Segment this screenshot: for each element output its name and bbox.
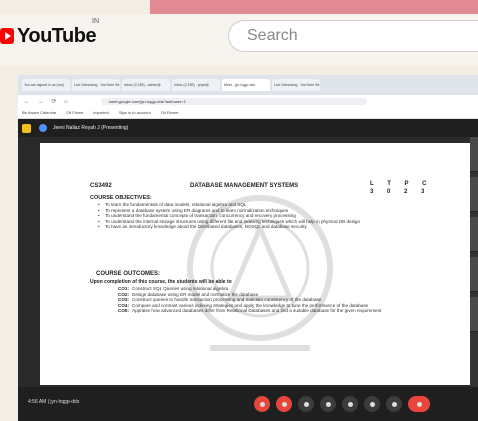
present-icon[interactable]	[342, 396, 358, 412]
outcome-text: Construct SQL Queries using relational a…	[132, 286, 229, 291]
browser-nav-icons[interactable]: ← → ⟳ ⌂	[24, 98, 71, 105]
bookmark-item[interactable]: Oil Flower	[161, 110, 179, 115]
youtube-play-icon	[0, 28, 14, 44]
captions-icon[interactable]	[298, 396, 314, 412]
end-call-icon[interactable]	[408, 396, 430, 412]
camera-off-icon[interactable]	[276, 396, 292, 412]
avatar	[39, 124, 47, 132]
shared-screen-video: You are signed in as (not) Live Streamin…	[18, 75, 478, 421]
youtube-wordmark: YouTube	[17, 24, 97, 47]
raise-hand-icon[interactable]	[364, 396, 380, 412]
outcome-text: Construct queries to handle transaction …	[132, 297, 322, 303]
bookmark-item[interactable]: Oil Flowe	[66, 110, 83, 115]
participant-tile[interactable]	[470, 297, 478, 332]
mic-off-icon[interactable]	[254, 396, 270, 412]
meet-controls-bar: 4:56 AM | jyn-hqgp-dds	[18, 387, 478, 421]
ltpc-header: L T P C	[370, 181, 433, 187]
course-title: DATABASE MANAGEMENT SYSTEMS	[190, 183, 299, 189]
browser-tab[interactable]: Inbox (2,189) - priya@	[172, 79, 220, 91]
outcomes-list: CO1: Construct SQL Queries using relation…	[104, 286, 424, 314]
list-item: CO5: Appraise how advanced databases diff…	[118, 308, 424, 314]
presentation-slide: CS3492 DATABASE MANAGEMENT SYSTEMS L T P…	[40, 143, 470, 385]
outcomes-intro: Upon completion of this course, the stud…	[90, 279, 232, 285]
outcomes-heading: COURSE OUTCOMES:	[96, 271, 161, 277]
browser-tab[interactable]: Inbox (2,189) - admin@	[122, 79, 170, 91]
browser-tab[interactable]: Live Streaming - YouTube Str	[72, 79, 120, 91]
course-code: CS3492	[90, 183, 112, 189]
ltpc-values: 3 0 2 3	[370, 189, 431, 195]
browser-tab[interactable]: You are signed in as (not)	[22, 79, 70, 91]
country-code: IN	[92, 18, 99, 25]
outcome-text: Appraise how advanced databases differ f…	[132, 308, 382, 314]
objectives-heading: COURSE OBJECTIVES:	[90, 195, 152, 201]
list-item: To have an introductory knowledge about …	[98, 224, 428, 230]
participant-tile[interactable]	[470, 177, 478, 212]
bookmarks-bar: Be Aware Calendar Oil Flowe Imported Sig…	[18, 107, 478, 119]
bookmark-item[interactable]: Be Aware Calendar	[22, 110, 56, 115]
search-input[interactable]: Search	[228, 20, 478, 52]
top-banner-strip	[150, 0, 478, 14]
participant-strip	[470, 137, 478, 387]
browser-tab[interactable]: Live Streaming - YouTube Str	[272, 79, 320, 91]
outcome-code: CO5:	[118, 308, 129, 314]
more-options-icon[interactable]	[386, 396, 402, 412]
emoji-icon[interactable]	[320, 396, 336, 412]
bookmark-item[interactable]: Sign in to account	[119, 110, 151, 115]
outcome-text: Design database using ER model and norma…	[132, 291, 259, 297]
objectives-list: To learn the fundamentals of data models…	[98, 202, 428, 230]
url-field[interactable]: meet.google.com/jyn-hqgp-dds?authuser=1	[100, 97, 367, 105]
browser-tab-active[interactable]: Meet - jyn-hqgp-dds	[222, 79, 270, 91]
participant-tile[interactable]	[470, 257, 478, 292]
participant-tile[interactable]	[470, 137, 478, 172]
meet-logo-icon	[22, 123, 31, 133]
participant-tile[interactable]	[470, 217, 478, 252]
youtube-logo[interactable]: YouTube	[0, 24, 97, 47]
meet-top-bar: Jeevi Nallaz Reyah J (Presenting)	[18, 119, 478, 137]
presenter-label: Jeevi Nallaz Reyah J (Presenting)	[53, 125, 129, 131]
browser-tab-bar: You are signed in as (not) Live Streamin…	[18, 75, 478, 95]
bookmark-item[interactable]: Imported	[93, 110, 109, 115]
meeting-time-code: 4:56 AM | jyn-hqgp-dds	[28, 399, 80, 405]
address-bar-row: ← → ⟳ ⌂ meet.google.com/jyn-hqgp-dds?aut…	[18, 95, 478, 107]
outcome-text: Compare and contrast various indexing st…	[132, 302, 369, 308]
call-controls	[254, 396, 430, 412]
